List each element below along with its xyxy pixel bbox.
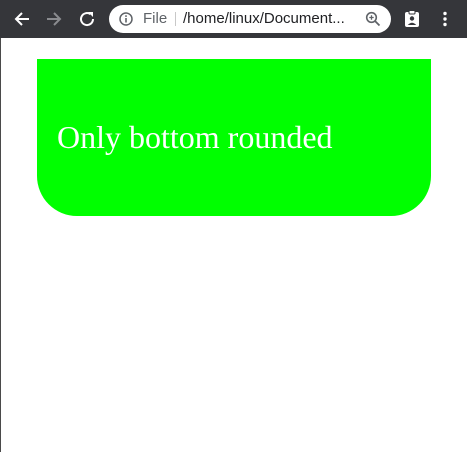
arrow-left-icon	[14, 12, 29, 26]
clipboard-person-icon	[405, 10, 419, 27]
reload-icon	[80, 12, 95, 27]
url-text[interactable]: /home/linux/Document...	[183, 5, 361, 33]
menu-button[interactable]	[432, 6, 458, 32]
address-bar[interactable]: File /home/linux/Document...	[109, 5, 391, 33]
reload-button[interactable]	[74, 6, 100, 32]
arrow-right-icon	[47, 12, 62, 26]
kebab-menu-icon	[443, 11, 447, 27]
scheme-label: File	[143, 10, 168, 27]
info-icon[interactable]	[119, 12, 133, 26]
extension-button[interactable]	[399, 6, 425, 32]
browser-toolbar: File /home/linux/Document...	[0, 0, 467, 38]
box-text: Only bottom rounded	[57, 119, 333, 155]
forward-button[interactable]	[41, 6, 67, 32]
zoom-icon[interactable]	[365, 11, 381, 27]
bottom-rounded-box: Only bottom rounded	[37, 59, 431, 216]
window-left-edge	[0, 38, 1, 452]
back-button[interactable]	[9, 6, 35, 32]
address-separator	[175, 12, 176, 26]
